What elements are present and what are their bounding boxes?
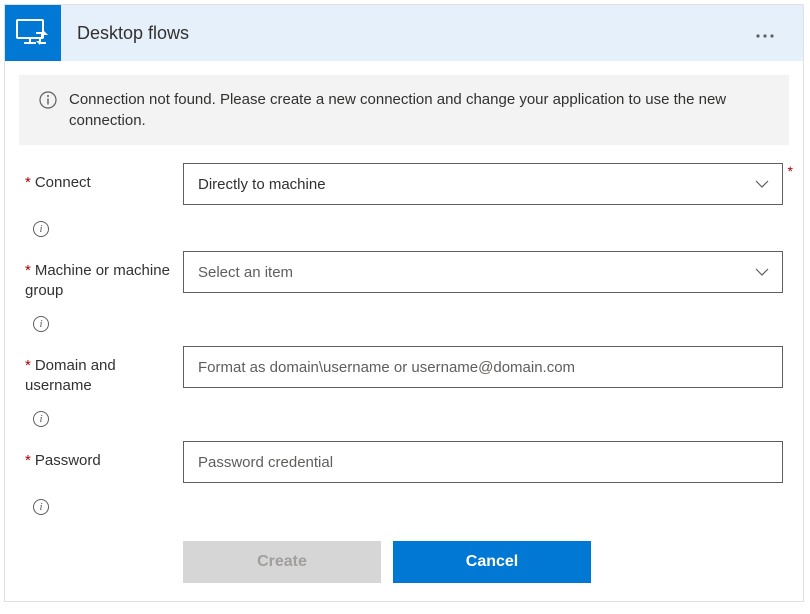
info-icon bbox=[39, 91, 57, 114]
button-row: Create Cancel bbox=[25, 541, 783, 583]
domain-label: *Domain and username bbox=[25, 346, 183, 395]
panel-header: Desktop flows bbox=[5, 5, 803, 61]
form-body: *Connect Directly to machine * i *Machin… bbox=[5, 153, 803, 601]
connect-row: *Connect Directly to machine * bbox=[25, 163, 783, 205]
domain-row: *Domain and username bbox=[25, 346, 783, 395]
domain-info-icon[interactable]: i bbox=[33, 411, 49, 427]
more-options-button[interactable] bbox=[747, 15, 783, 52]
connect-label: *Connect bbox=[25, 163, 183, 193]
cancel-button[interactable]: Cancel bbox=[393, 541, 591, 583]
create-button: Create bbox=[183, 541, 381, 583]
warning-banner: Connection not found. Please create a ne… bbox=[19, 75, 789, 145]
panel-title: Desktop flows bbox=[77, 23, 747, 44]
connect-select[interactable]: Directly to machine bbox=[183, 163, 783, 205]
warning-message: Connection not found. Please create a ne… bbox=[69, 89, 769, 131]
password-input[interactable] bbox=[183, 441, 783, 483]
password-label: *Password bbox=[25, 441, 183, 471]
connect-info-icon[interactable]: i bbox=[33, 221, 49, 237]
required-indicator: * bbox=[788, 163, 793, 179]
domain-username-input[interactable] bbox=[183, 346, 783, 388]
desktop-flows-icon bbox=[5, 5, 61, 61]
password-row: *Password bbox=[25, 441, 783, 483]
machine-select[interactable]: Select an item bbox=[183, 251, 783, 293]
machine-row: *Machine or machine group Select an item bbox=[25, 251, 783, 300]
machine-info-icon[interactable]: i bbox=[33, 316, 49, 332]
desktop-flows-panel: Desktop flows Connection not found. Plea… bbox=[4, 4, 804, 602]
machine-label: *Machine or machine group bbox=[25, 251, 183, 300]
password-info-icon[interactable]: i bbox=[33, 499, 49, 515]
